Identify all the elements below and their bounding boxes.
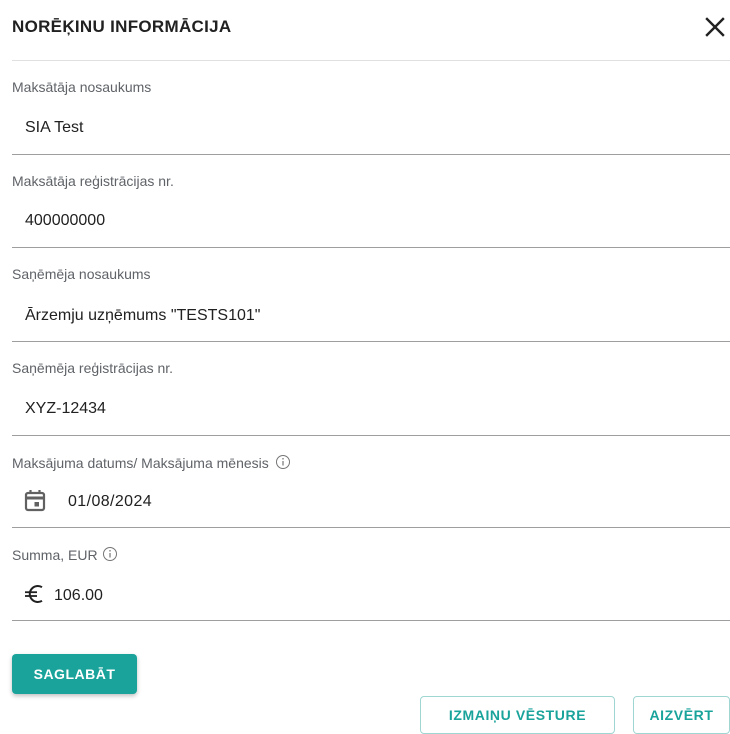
amount-label: Summa, EUR <box>12 546 118 565</box>
payer-name-input[interactable] <box>12 113 725 143</box>
receiver-name-input[interactable] <box>12 301 725 331</box>
receiver-reg-input[interactable] <box>12 394 725 424</box>
receiver-reg-label: Saņēmēja reģistrācijas nr. <box>12 360 174 376</box>
amount-label-text: Summa, EUR <box>12 547 98 563</box>
payment-date-label: Maksājuma datums/ Maksājuma mēnesis <box>12 454 291 473</box>
close-dialog-button[interactable]: AIZVĒRT <box>633 696 730 734</box>
close-icon <box>705 17 725 37</box>
dialog-title: NORĒĶINU INFORMĀCIJA <box>12 17 232 36</box>
close-button[interactable] <box>702 14 728 40</box>
payer-reg-label: Maksātāja reģistrācijas nr. <box>12 173 174 189</box>
receiver-name-label: Saņēmēja nosaukums <box>12 266 151 282</box>
info-icon[interactable] <box>275 454 291 473</box>
payer-reg-field: Maksātāja reģistrācijas nr. <box>12 155 730 248</box>
payer-reg-input[interactable] <box>12 206 725 236</box>
payer-name-label: Maksātāja nosaukums <box>12 79 152 95</box>
receiver-reg-field: Saņēmēja reģistrācijas nr. <box>12 342 730 436</box>
save-button[interactable]: SAGLABĀT <box>12 654 137 694</box>
payer-name-field: Maksātāja nosaukums <box>12 61 730 155</box>
amount-field: Summa, EUR <box>12 528 730 621</box>
dialog-header: NORĒĶINU INFORMĀCIJA <box>12 0 730 61</box>
payment-date-input[interactable] <box>12 487 728 517</box>
billing-info-dialog: NORĒĶINU INFORMĀCIJA Maksātāja nosaukums… <box>0 0 730 734</box>
change-history-button[interactable]: IZMAIŅU VĒSTURE <box>420 696 615 734</box>
info-icon[interactable] <box>102 546 118 565</box>
amount-input[interactable] <box>12 581 714 611</box>
receiver-name-field: Saņēmēja nosaukums <box>12 248 730 342</box>
payment-date-label-text: Maksājuma datums/ Maksājuma mēnesis <box>12 455 269 471</box>
payment-date-field: Maksājuma datums/ Maksājuma mēnesis <box>12 436 730 528</box>
